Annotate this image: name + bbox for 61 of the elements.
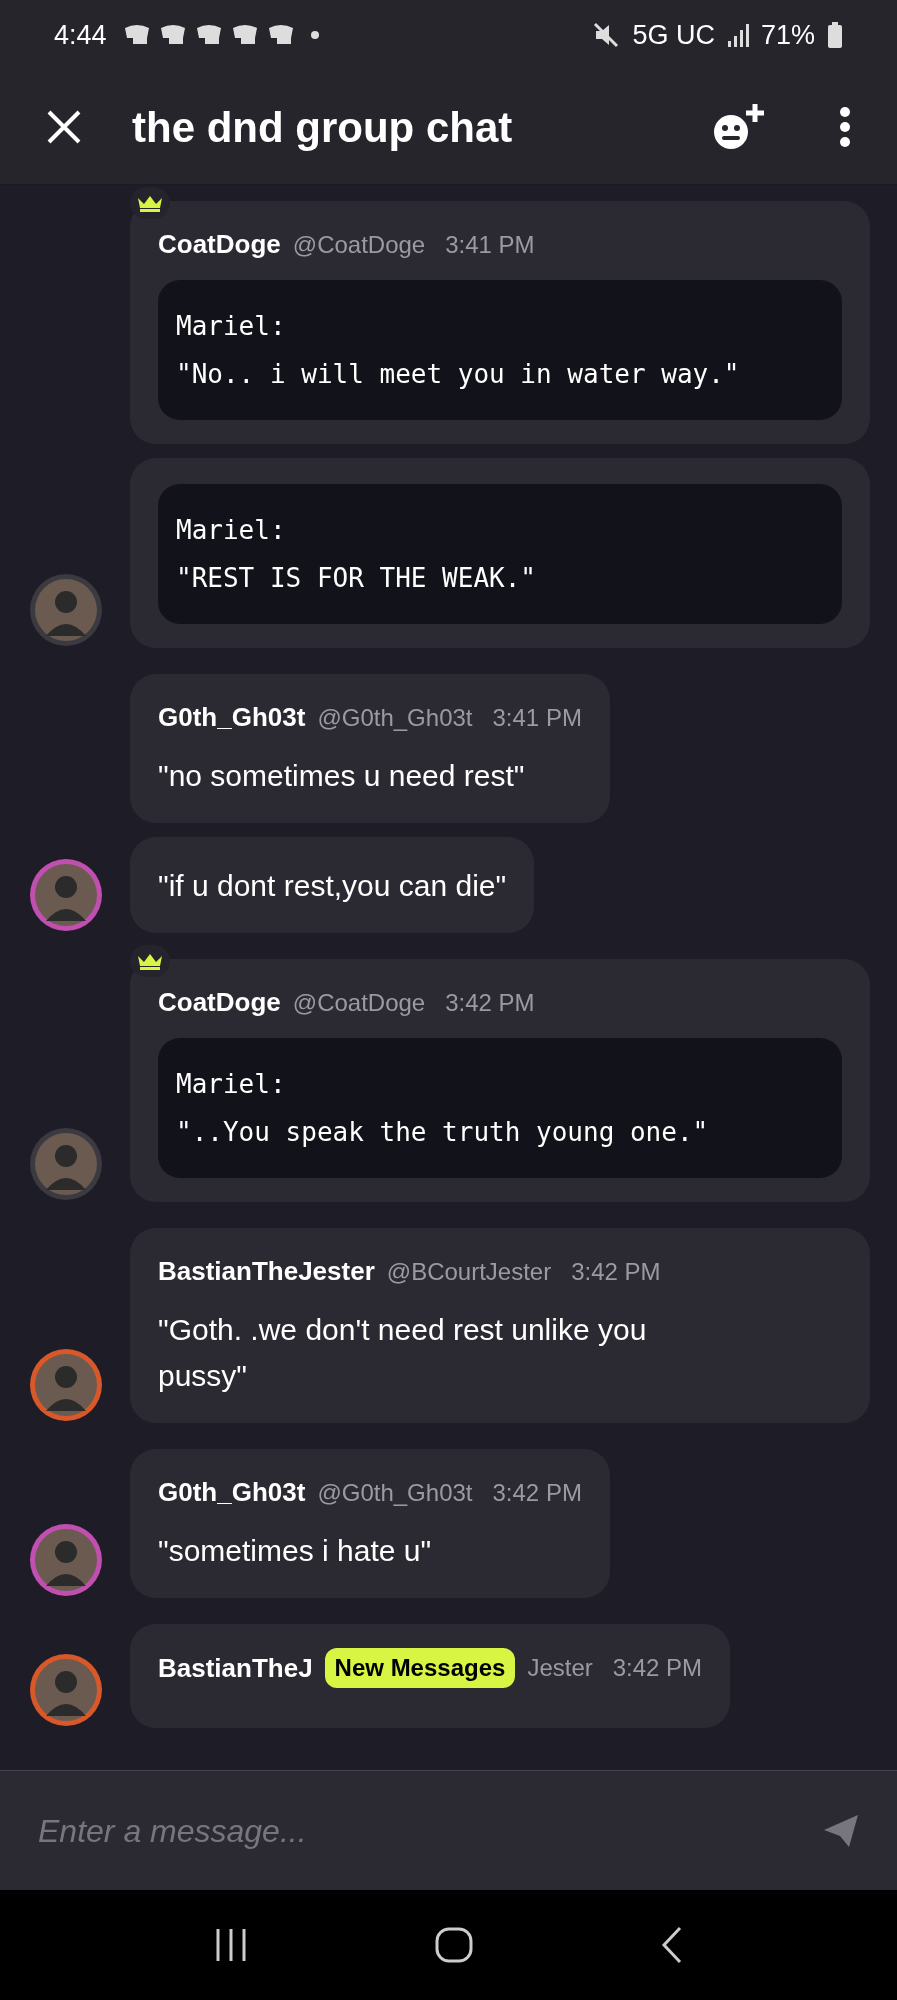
code-line: Mariel:	[176, 514, 287, 547]
chat-notification-icon	[158, 24, 187, 46]
author-handle: @G0th_Gh03t	[317, 702, 473, 733]
author-handle: @G0th_Gh03t	[317, 1477, 473, 1508]
battery-level: 71%	[760, 18, 815, 52]
avatar[interactable]	[28, 857, 104, 933]
message-bubble[interactable]: Mariel: "REST IS FOR THE WEAK."	[130, 458, 870, 648]
message-time: 3:42 PM	[612, 1653, 703, 1683]
message-bubble[interactable]: "if u dont rest,you can die"	[130, 837, 535, 933]
author-name[interactable]: BastianTheJester	[158, 1252, 375, 1291]
author-name[interactable]: CoatDoge	[158, 225, 281, 264]
chat-notification-icon	[194, 24, 223, 46]
more-options-icon[interactable]	[839, 107, 851, 147]
author-handle: Jester	[527, 1653, 593, 1683]
message-text: "if u dont rest,you can die"	[158, 868, 507, 904]
new-messages-badge[interactable]: New Messages	[324, 1648, 516, 1688]
avatar[interactable]	[28, 1347, 104, 1423]
home-icon[interactable]	[434, 1925, 475, 1965]
message-bubble[interactable]: BastianTheJester @BCourtJester 3:42 PM "Goth. .we don't need rest unlike you pussy"	[130, 1228, 870, 1423]
code-line: "REST IS FOR THE WEAK."	[176, 562, 538, 595]
code-line: Mariel:	[176, 310, 287, 343]
message-time: 3:42 PM	[571, 1256, 661, 1287]
send-icon[interactable]	[823, 1813, 859, 1848]
message-bubble[interactable]: BastianTheJ New Messages Jester 3:42 PM	[130, 1624, 731, 1728]
chat-notification-icon	[266, 24, 295, 46]
avatar[interactable]	[28, 1652, 104, 1728]
message-bubble[interactable]: CoatDoge @CoatDoge 3:41 PM Mariel: "No.. i will meet you in water way."	[130, 201, 870, 444]
signal-icon	[726, 23, 749, 47]
message-bubble[interactable]: G0th_Gh03t @G0th_Gh03t 3:41 PM "no sometimes u need rest"	[130, 674, 610, 823]
message-bubble[interactable]: G0th_Gh03t @G0th_Gh03t 3:42 PM "sometimes i hate u"	[130, 1449, 610, 1598]
author-handle: @BCourtJester	[386, 1256, 552, 1287]
message-time: 3:42 PM	[445, 987, 535, 1018]
author-handle: @CoatDoge	[292, 987, 426, 1018]
author-name[interactable]: G0th_Gh03t	[158, 698, 306, 737]
code-line: "No.. i will meet you in water way."	[176, 358, 741, 391]
code-line: Mariel:	[176, 1068, 287, 1101]
code-line: "..You speak the truth young one."	[176, 1116, 710, 1149]
status-time: 4:44	[54, 18, 107, 52]
avatar[interactable]	[28, 572, 104, 648]
author-name[interactable]: CoatDoge	[158, 983, 281, 1022]
author-name[interactable]: G0th_Gh03t	[158, 1473, 306, 1512]
message-bubble[interactable]: CoatDoge @CoatDoge 3:42 PM Mariel: "..You speak the truth young one."	[130, 959, 870, 1202]
network-label: 5G UC	[632, 18, 715, 52]
message-time: 3:41 PM	[445, 229, 535, 260]
close-icon[interactable]	[46, 109, 82, 145]
message-text: "sometimes i hate u"	[158, 1533, 433, 1569]
message-time: 3:41 PM	[492, 702, 582, 733]
message-time: 3:42 PM	[492, 1477, 582, 1508]
author-handle: @CoatDoge	[292, 229, 426, 260]
message-input[interactable]: Enter a message...	[38, 1806, 823, 1855]
chat-notification-icon	[122, 24, 151, 46]
author-name[interactable]: BastianTheJ	[158, 1648, 313, 1688]
message-text: "no sometimes u need rest"	[158, 758, 526, 794]
avatar[interactable]	[28, 1126, 104, 1202]
chat-title: the dnd group chat	[132, 102, 513, 153]
chat-notification-icon	[230, 24, 259, 46]
battery-icon	[827, 22, 843, 48]
message-field[interactable]: Enter a message...	[0, 1770, 897, 1890]
mute-icon	[592, 21, 621, 49]
message-text: "Goth. .we don't need rest unlike you pussy"	[158, 1312, 648, 1394]
avatar[interactable]	[28, 1522, 104, 1598]
